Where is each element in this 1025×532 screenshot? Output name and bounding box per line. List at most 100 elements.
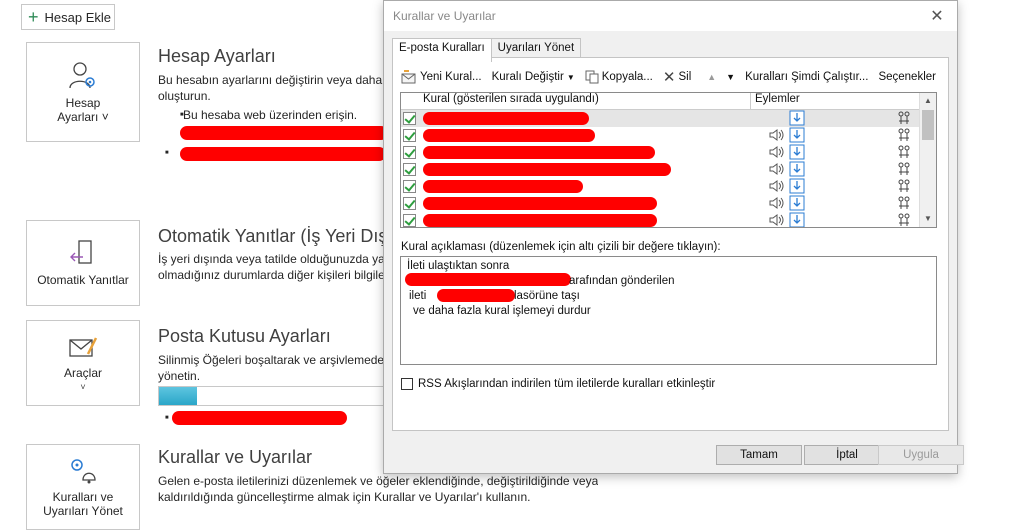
rule-enabled-checkbox[interactable]	[403, 214, 416, 227]
scrollbar-thumb[interactable]	[922, 110, 934, 140]
account-settings-text-2: oluşturun.	[158, 89, 211, 103]
play-sound-icon	[769, 129, 784, 141]
add-account-button[interactable]: + Hesap Ekle	[21, 4, 115, 30]
automatic-replies-text-2: olmadığınız durumlarda diğer kişileri bi…	[158, 268, 383, 282]
chevron-down-icon: ˅	[80, 382, 86, 392]
rule-row[interactable]	[401, 144, 936, 161]
tools-tile[interactable]: Araçlar ˅	[26, 320, 140, 406]
new-rule-label: Yeni Kural...	[420, 71, 482, 83]
scroll-down-icon[interactable]: ▼	[920, 211, 936, 227]
redaction-mark	[423, 214, 657, 227]
mailbox-settings-text-1: Silinmiş Öğeleri boşaltarak ve arşivleme…	[158, 353, 383, 367]
mailbox-settings-title: Posta Kutusu Ayarları	[158, 326, 331, 346]
play-sound-icon	[769, 214, 784, 226]
rule-options-icon[interactable]	[897, 111, 911, 125]
rule-row[interactable]	[401, 212, 936, 227]
rule-enabled-checkbox[interactable]	[403, 163, 416, 176]
rule-enabled-checkbox[interactable]	[403, 180, 416, 193]
rule-options-icon[interactable]	[897, 213, 911, 227]
redaction-mark	[423, 197, 657, 210]
description-line: İleti ulaştıktan sonra	[407, 260, 510, 272]
redaction-mark	[180, 147, 386, 161]
rule-column-header[interactable]: Kural (gösterilen sırada uygulandı)	[401, 93, 751, 109]
rule-row[interactable]	[401, 161, 936, 178]
run-rules-now-button[interactable]: Kuralları Şimdi Çalıştır...	[745, 71, 868, 83]
manage-rules-tile-label-1: Kuralları ve	[52, 490, 114, 504]
copy-rule-label: Kopyala...	[601, 71, 653, 83]
rules-list-header: Kural (gösterilen sırada uygulandı) Eyle…	[401, 93, 936, 110]
rule-row[interactable]	[401, 195, 936, 212]
rule-options-icon[interactable]	[897, 179, 911, 193]
copy-rule-button[interactable]: Kopyala...	[585, 70, 653, 84]
delete-rule-button[interactable]: ✕ Sil	[663, 68, 691, 86]
description-line: ileti	[409, 290, 427, 302]
automatic-replies-tile[interactable]: Otomatik Yanıtlar	[26, 220, 140, 306]
play-sound-icon	[769, 163, 784, 175]
rules-list-scrollbar[interactable]: ▲ ▼	[919, 93, 936, 227]
dialog-titlebar: Kurallar ve Uyarılar ✕	[384, 1, 957, 31]
rule-row[interactable]	[401, 127, 936, 144]
ok-button[interactable]: Tamam	[716, 445, 802, 465]
actions-column-header[interactable]: Eylemler	[751, 93, 800, 109]
rule-options-icon[interactable]	[897, 162, 911, 176]
rss-option-label: RSS Akışlarından indirilen tüm iletilerd…	[418, 378, 716, 390]
move-to-folder-icon	[789, 212, 805, 227]
plus-icon: +	[28, 7, 39, 27]
redaction-mark	[423, 163, 671, 176]
email-rules-panel: Yeni Kural... Kuralı Değiştir ▼ Kopyala.…	[392, 57, 949, 431]
change-rule-button[interactable]: Kuralı Değiştir ▼	[492, 71, 575, 83]
automatic-replies-text-1: İş yeri dışında veya tatilde olduğunuzda…	[158, 252, 383, 266]
rss-checkbox[interactable]	[401, 378, 413, 390]
apply-button[interactable]: Uygula	[878, 445, 964, 465]
rss-rules-option[interactable]: RSS Akışlarından indirilen tüm iletilerd…	[401, 378, 715, 390]
tab-email-rules[interactable]: E-posta Kuralları	[392, 38, 492, 62]
description-line: lasörüne taşı	[514, 290, 580, 302]
mailbox-settings-text-2: yönetin.	[158, 369, 201, 383]
rules-alerts-text-1: Gelen e-posta iletilerinizi düzenlemek v…	[158, 474, 599, 488]
rule-description-label: Kural açıklaması (düzenlemek için altı ç…	[401, 241, 721, 253]
rule-enabled-checkbox[interactable]	[403, 197, 416, 210]
rule-enabled-checkbox[interactable]	[403, 129, 416, 142]
manage-rules-tile[interactable]: Kuralları ve Uyarıları Yönet	[26, 444, 140, 530]
dropdown-arrow-icon: ▼	[566, 72, 575, 82]
rule-options-icon[interactable]	[897, 145, 911, 159]
add-account-label: Hesap Ekle	[44, 9, 111, 25]
play-sound-icon	[769, 197, 784, 209]
account-settings-tile[interactable]: Hesap Ayarları ˅	[26, 42, 140, 142]
mailbox-tools-icon	[69, 337, 98, 357]
options-button[interactable]: Seçenekler	[878, 71, 936, 83]
redaction-mark	[405, 273, 571, 286]
redaction-mark	[172, 411, 347, 425]
rule-enabled-checkbox[interactable]	[403, 146, 416, 159]
move-down-button[interactable]: ▼	[726, 72, 735, 82]
move-to-folder-icon	[789, 110, 805, 126]
rules-and-alerts-dialog: Kurallar ve Uyarılar ✕ E-posta Kuralları…	[383, 0, 964, 474]
close-icon[interactable]: ✕	[917, 6, 957, 26]
move-up-button[interactable]: ▲	[707, 72, 716, 82]
scroll-up-icon[interactable]: ▲	[920, 93, 936, 109]
description-line: arafından gönderilen	[569, 275, 675, 287]
rule-row[interactable]	[401, 178, 936, 195]
rule-row[interactable]	[401, 110, 936, 127]
account-settings-tile-label-2: Ayarları ˅	[57, 110, 109, 124]
play-sound-icon	[769, 180, 784, 192]
rule-options-icon[interactable]	[897, 128, 911, 142]
rule-options-icon[interactable]	[897, 196, 911, 210]
redaction-mark	[423, 180, 583, 193]
redaction-mark	[423, 112, 589, 125]
new-rule-button[interactable]: Yeni Kural...	[401, 70, 482, 84]
rules-list[interactable]: Kural (gösterilen sırada uygulandı) Eyle…	[400, 92, 937, 228]
redaction-mark	[180, 126, 388, 140]
automatic-replies-tile-label: Otomatik Yanıtlar	[37, 273, 129, 287]
description-line: ve daha fazla kural işlemeyi durdur	[413, 305, 591, 317]
redaction-mark	[437, 289, 515, 302]
mailbox-usage-fill	[159, 387, 198, 405]
automatic-replies-icon	[70, 240, 92, 264]
redaction-mark	[423, 146, 655, 159]
move-to-folder-icon	[789, 195, 805, 211]
rules-toolbar: Yeni Kural... Kuralı Değiştir ▼ Kopyala.…	[401, 68, 946, 86]
web-access-link[interactable]: Bu hesaba web üzerinden erişin.	[180, 108, 357, 122]
delete-icon: ✕	[662, 69, 676, 86]
rule-enabled-checkbox[interactable]	[403, 112, 416, 125]
arrow-down-icon: ▼	[726, 72, 736, 82]
